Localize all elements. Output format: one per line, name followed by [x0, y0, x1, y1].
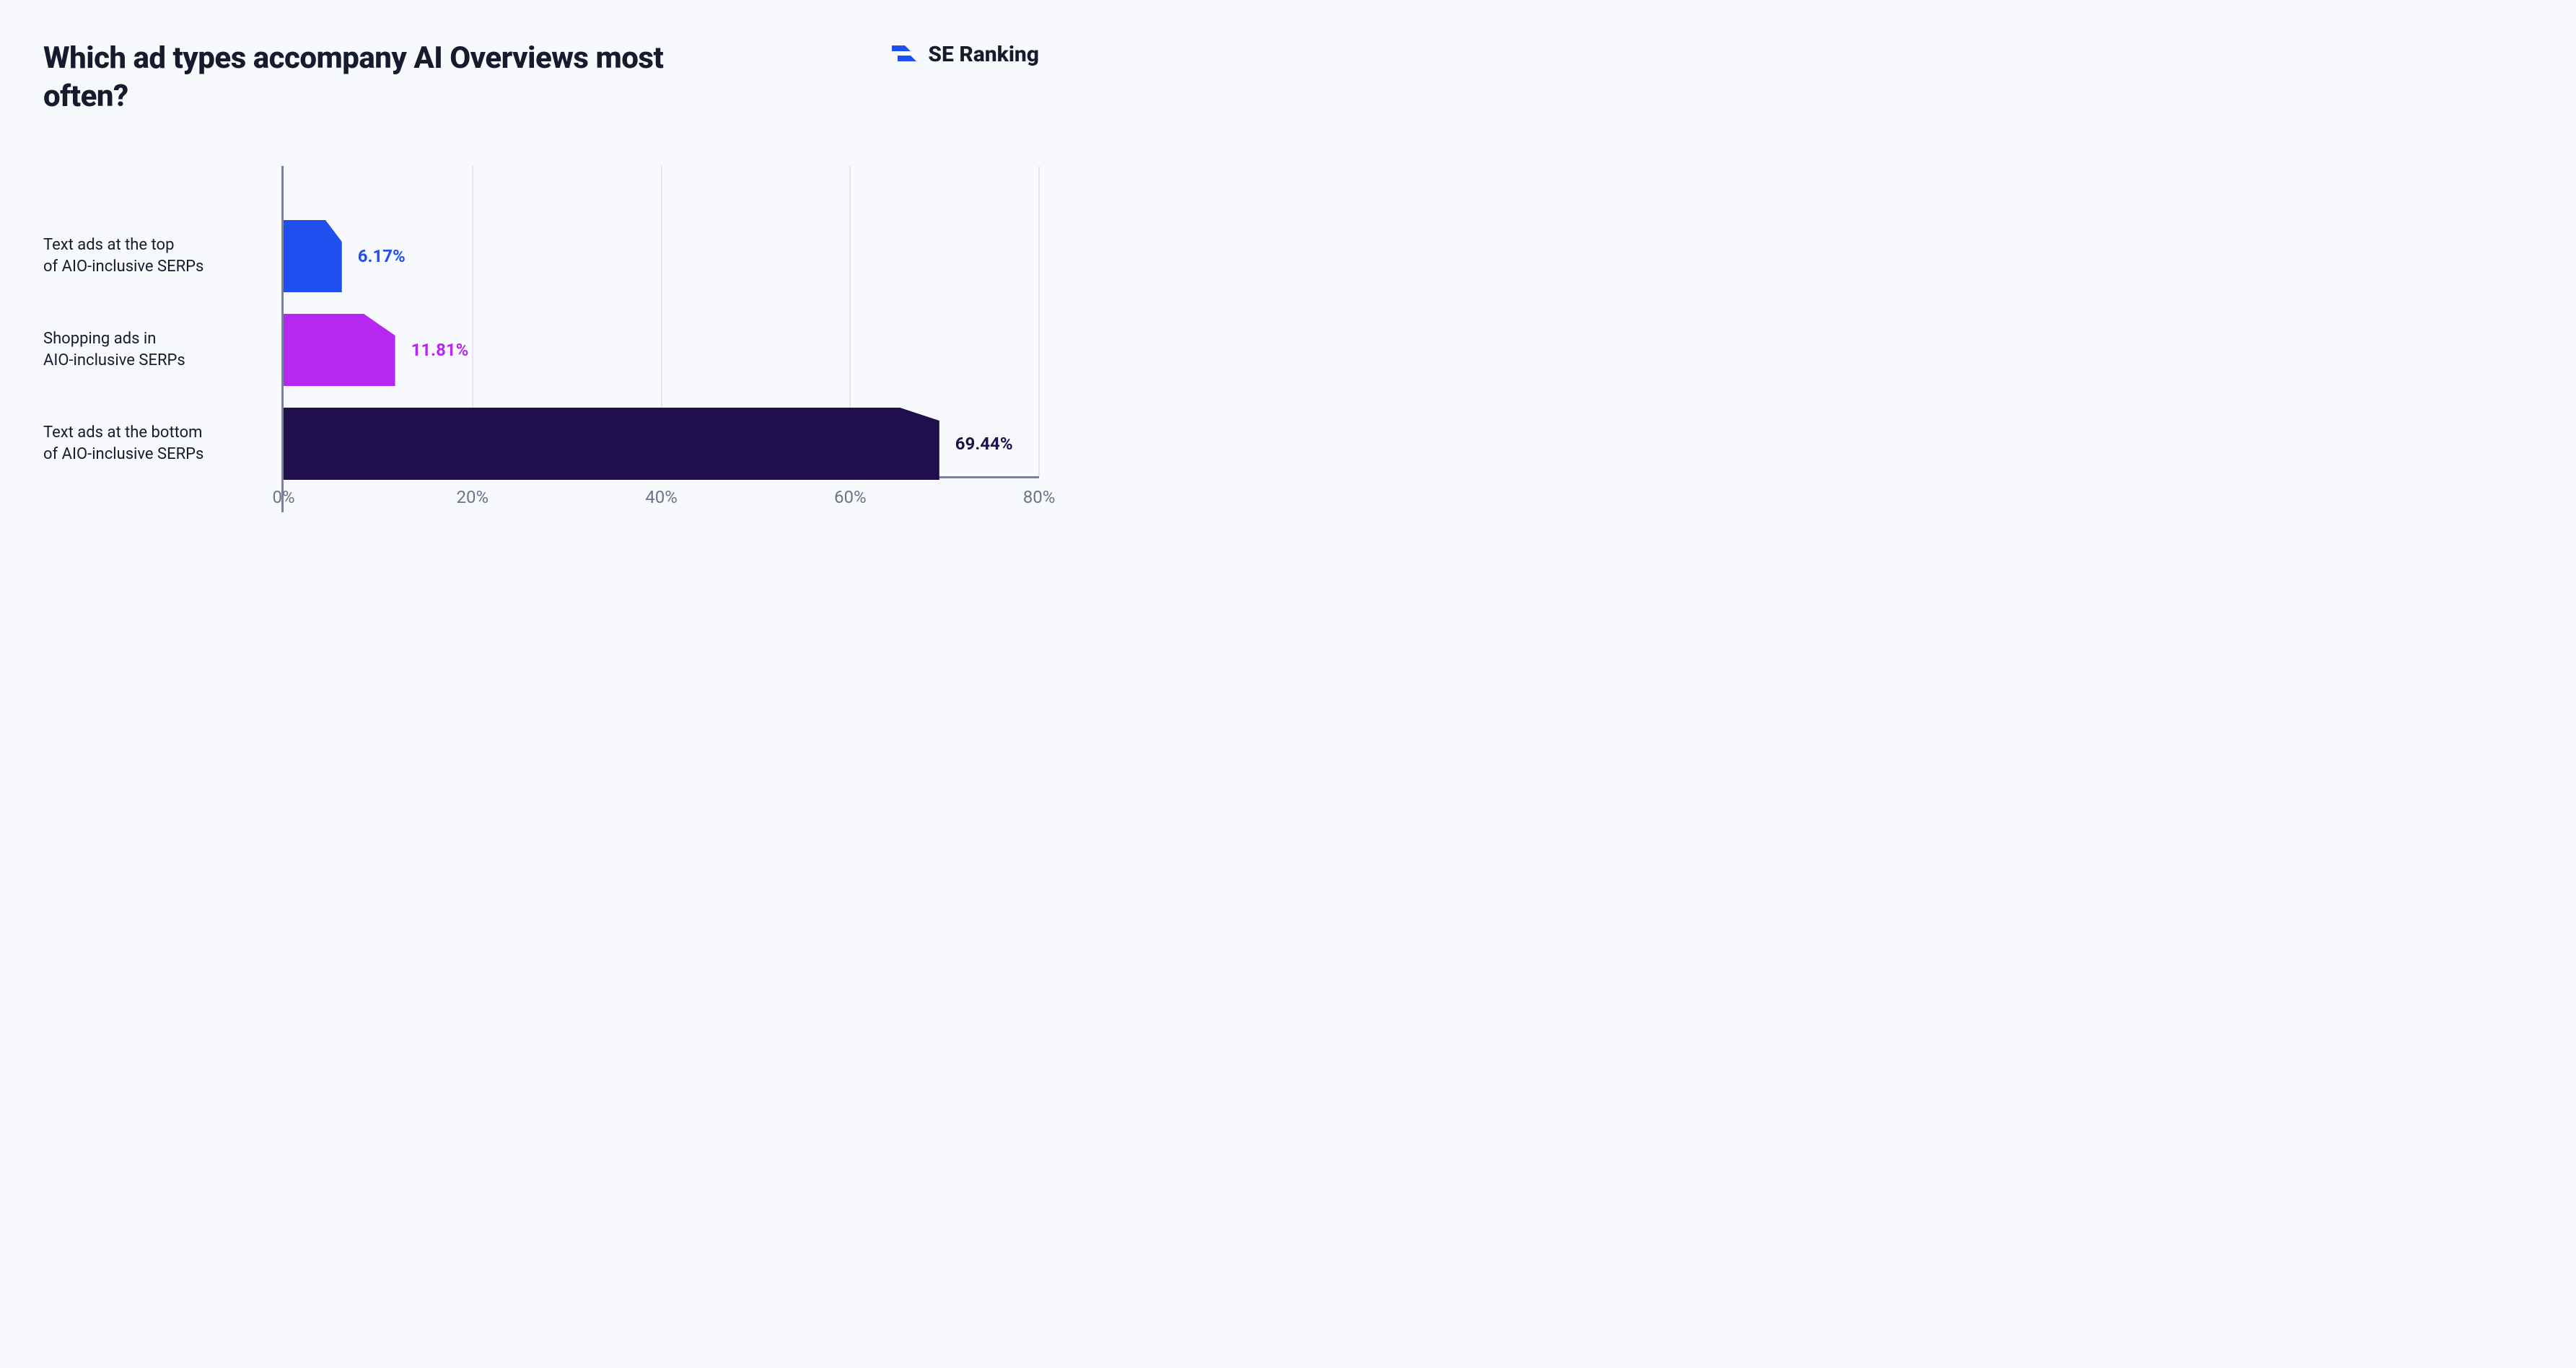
- brand-logo: SE Ranking: [889, 40, 1039, 69]
- y-axis-label: Text ads at the topof AIO-inclusive SERP…: [43, 209, 281, 303]
- bar-value-label: 6.17%: [358, 246, 406, 266]
- se-ranking-icon: [889, 40, 918, 69]
- bar: [284, 220, 342, 292]
- chart-title: Which ad types accompany AI Overviews mo…: [43, 40, 693, 115]
- brand-name: SE Ranking: [928, 42, 1039, 67]
- bar: [284, 408, 939, 480]
- y-axis-label: Shopping ads inAIO-inclusive SERPs: [43, 303, 281, 397]
- bar-value-label: 11.81%: [411, 340, 469, 360]
- bar-row: 11.81%: [284, 303, 1039, 397]
- y-axis-label: Text ads at the bottomof AIO-inclusive S…: [43, 397, 281, 491]
- bar: [284, 314, 395, 386]
- bar-row: 69.44%: [284, 397, 1039, 491]
- bar-chart: Text ads at the topof AIO-inclusive SERP…: [43, 166, 1039, 512]
- bar-row: 6.17%: [284, 209, 1039, 303]
- bar-value-label: 69.44%: [955, 434, 1013, 454]
